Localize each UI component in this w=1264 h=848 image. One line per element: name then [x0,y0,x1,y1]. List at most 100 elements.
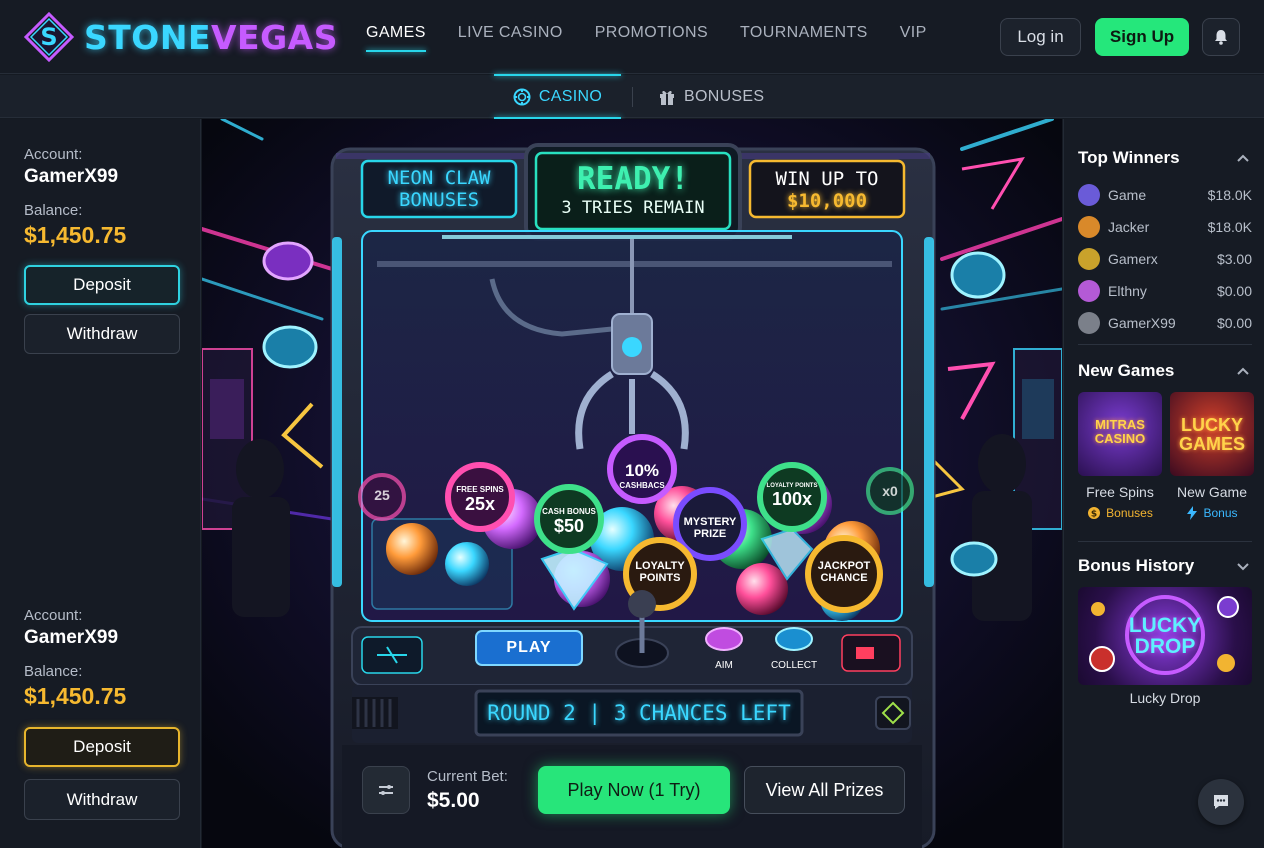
neon-tube-right [924,237,934,587]
sub-nav: CASINO BONUSES [0,74,1264,119]
aim-label: AIM [715,660,733,671]
winner-amount: $18.0K [1207,219,1252,235]
tab-bonuses[interactable]: BONUSES [658,75,764,118]
tab-casino[interactable]: CASINO [494,74,621,119]
chip-cash-bonus-top: CASH BONUS [542,507,596,516]
chip-icon [513,88,531,105]
avatar [1078,216,1100,238]
balance-label: Balance: [24,663,83,680]
sign-left-line1: NEON CLAW [387,167,491,189]
game-tag-label: Bonuses [1106,506,1153,520]
current-bet-label: Current Bet: [427,768,508,785]
game-thumbnail: LUCKY GAMES [1170,392,1254,476]
login-button[interactable]: Log in [1000,18,1081,56]
tab-casino-label: CASINO [538,87,603,105]
new-games-title: New Games [1078,361,1175,380]
sign-center-line1: READY! [577,161,689,197]
coin-icon: $ [1088,507,1101,520]
chip-partial-left: 25 [374,487,390,503]
chevron-up-icon[interactable] [1236,151,1250,165]
withdraw-button-bottom[interactable]: Withdraw [24,779,180,820]
svg-text:S: S [40,23,57,51]
right-sidebar: Top Winners Game $18.0K Jacker $18.0K Ga… [1063,119,1264,848]
game-card-free-spins[interactable]: MITRAS CASINO Free Spins $ Bonuses [1078,392,1162,520]
winner-name: Elthny [1108,283,1147,299]
game-tag: Bonus [1170,506,1254,520]
nav-games[interactable]: GAMES [366,24,426,52]
nav-vip[interactable]: VIP [900,24,927,48]
nav-tournaments[interactable]: TOURNAMENTS [740,24,868,48]
current-bet: Current Bet: $5.00 [427,768,508,813]
chip-100x: LOYALTY POINTS 100x [760,483,824,510]
collect-button [775,627,813,651]
winner-name: Jacker [1108,219,1150,235]
winner-row[interactable]: Game $18.0K [1078,179,1252,211]
account-summary-bottom: Account: GamerX99 Balance: $1,450.75 [24,607,126,710]
top-winners-title: Top Winners [1078,148,1180,167]
avatar [1078,248,1100,270]
bonus-history-name: Lucky Drop [1129,690,1201,706]
chip-100x-value: 100x [771,489,813,509]
divider [1078,541,1252,542]
thumb-line1: LUCKY [1181,415,1243,435]
winner-name: Game [1108,187,1147,203]
deposit-button-bottom[interactable]: Deposit [24,727,180,767]
game-tag-label: Bonus [1203,506,1238,520]
claw-machine-game[interactable]: NEON CLAW BONUSES READY! 3 TRIES REMAIN … [202,119,1062,848]
chip-loyalty-points: LOYALTY POINTS [626,560,694,584]
sign-right-text: WIN UP TO $10,000 [750,168,904,212]
winner-row[interactable]: Elthny $0.00 [1078,275,1252,307]
view-all-prizes-button[interactable]: View All Prizes [744,766,905,814]
play-now-button[interactable]: Play Now (1 Try) [538,766,730,814]
brand-part1: STONE [84,17,211,57]
winner-row[interactable]: Jacker $18.0K [1078,211,1252,243]
sign-center-text: READY! 3 TRIES REMAIN [536,161,730,219]
brand-logo[interactable]: S STONEVEGAS [24,12,338,62]
winner-amount: $3.00 [1216,251,1252,267]
chevron-up-icon[interactable] [1236,364,1250,378]
account-label: Account: [24,607,83,624]
nav-promotions[interactable]: PROMOTIONS [595,24,708,48]
chip-cash-bonus-value: $50 [553,516,585,536]
collect-label: COLLECT [770,660,818,671]
nav-live-casino[interactable]: LIVE CASINO [458,24,563,48]
neon-tube-left [332,237,342,587]
chip-mystery-prize: MYSTERY PRIZE [676,516,744,540]
game-name: Free Spins [1086,484,1154,500]
top-header: S STONEVEGAS GAMES LIVE CASINO PROMOTION… [0,0,1264,74]
game-card-new-game[interactable]: LUCKY GAMES New Game Bonus [1170,392,1254,520]
chip-free-spins-value: 25x [464,494,496,514]
winner-row[interactable]: Gamerx $3.00 [1078,243,1252,275]
chip-loyalty-line1: LOYALTY [635,560,685,572]
current-bet-value: $5.00 [427,789,480,812]
withdraw-button-top[interactable]: Withdraw [24,314,180,354]
account-username: GamerX99 [24,166,119,187]
bonus-history-thumbnail[interactable]: LUCKY DROP [1078,587,1252,685]
thumb-line1: MITRAS [1095,417,1145,432]
sign-right-line1: WIN UP TO [775,168,879,190]
notifications-button[interactable] [1202,18,1240,56]
sliders-icon [379,785,393,795]
avatar [1078,312,1100,334]
bonus-history-title: Bonus History [1078,556,1195,575]
round-display-text: ROUND 2 | 3 CHANCES LEFT [487,701,791,725]
chevron-down-icon[interactable] [1236,559,1250,573]
chip-loyalty-line2: POINTS [639,572,681,584]
winner-name: Gamerx [1108,251,1158,267]
thumb-line1: LUCKY [1128,614,1202,637]
bet-adjust-button[interactable] [362,766,410,814]
chip-mystery-line1: MYSTERY [683,516,737,528]
chat-icon [1214,795,1228,809]
account-balance: $1,450.75 [24,683,127,709]
gift-icon [660,90,674,105]
chip-cashback-value: 10% [624,461,660,480]
winner-name: GamerX99 [1108,315,1176,331]
brand-part2: VEGAS [211,17,338,57]
winner-row[interactable]: GamerX99 $0.00 [1078,307,1252,339]
svg-text:$: $ [1091,510,1097,520]
deposit-button-top[interactable]: Deposit [24,265,180,305]
chat-button[interactable] [1198,779,1244,825]
signup-button[interactable]: Sign Up [1095,18,1189,56]
account-username: GamerX99 [24,627,119,648]
avatar [1078,280,1100,302]
